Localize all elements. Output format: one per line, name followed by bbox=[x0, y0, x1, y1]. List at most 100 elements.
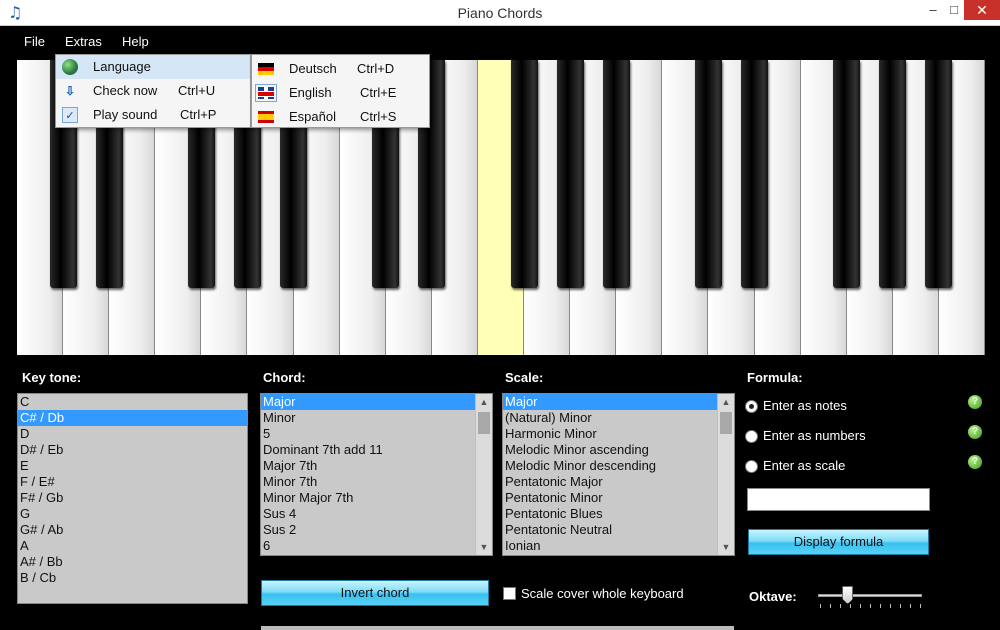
black-key[interactable] bbox=[833, 60, 861, 288]
flag-de-icon bbox=[258, 63, 274, 75]
list-item[interactable]: C# / Db bbox=[18, 410, 247, 426]
help-icon[interactable]: ? bbox=[968, 425, 982, 439]
download-icon: ⇩ bbox=[64, 84, 76, 98]
extras-menu: Language ⇩ Check now Ctrl+U ✓ Play sound… bbox=[55, 54, 297, 128]
list-item[interactable]: Melodic Minor descending bbox=[503, 458, 717, 474]
chord-list[interactable]: Major Minor 5 Dominant 7th add 11 Major 7th M… bbox=[260, 393, 493, 556]
list-item[interactable]: G bbox=[18, 506, 247, 522]
formula-input[interactable] bbox=[747, 488, 930, 511]
list-item[interactable]: (Natural) Minor bbox=[503, 410, 717, 426]
menu-bar: File Extras Help bbox=[0, 26, 1000, 52]
chord-scrollbar[interactable]: ▲ ▼ bbox=[475, 394, 492, 555]
slider-thumb[interactable] bbox=[842, 586, 854, 604]
list-item[interactable]: D bbox=[18, 426, 247, 442]
list-item[interactable]: F / E# bbox=[18, 474, 247, 490]
list-item[interactable]: D# / Eb bbox=[18, 442, 247, 458]
list-item[interactable]: Melodic Minor ascending bbox=[503, 442, 717, 458]
scroll-down-icon[interactable]: ▼ bbox=[476, 539, 492, 555]
menu-item-shortcut: Ctrl+P bbox=[180, 107, 217, 122]
menu-item-english[interactable]: English Ctrl+E bbox=[252, 81, 429, 105]
scroll-thumb[interactable] bbox=[478, 412, 490, 434]
slider-tick bbox=[880, 604, 881, 608]
oktave-label: Oktave: bbox=[749, 589, 797, 604]
flag-gb-icon bbox=[255, 84, 277, 102]
invert-chord-button[interactable]: Invert chord bbox=[261, 580, 489, 606]
menu-item-label: Play sound bbox=[93, 107, 158, 122]
radio-label: Enter as notes bbox=[763, 398, 847, 413]
list-item[interactable]: A# / Bb bbox=[18, 554, 247, 570]
menu-item-check-now[interactable]: ⇩ Check now Ctrl+U bbox=[56, 79, 250, 103]
formula-header: Formula: bbox=[747, 370, 803, 385]
black-key[interactable] bbox=[556, 60, 584, 288]
scale-scrollbar[interactable]: ▲ ▼ bbox=[717, 394, 734, 555]
menu-item-deutsch[interactable]: Deutsch Ctrl+D bbox=[252, 57, 429, 81]
app-window: ♫ Piano Chords – □ ✕ File Extras Help SO… bbox=[0, 0, 1000, 630]
help-icon[interactable]: ? bbox=[968, 395, 982, 409]
list-item[interactable]: Major bbox=[261, 394, 475, 410]
menu-help[interactable]: Help bbox=[122, 34, 149, 49]
list-item[interactable]: Sus 4 bbox=[261, 506, 475, 522]
scroll-up-icon[interactable]: ▲ bbox=[718, 394, 734, 410]
list-item[interactable]: Pentatonic Neutral bbox=[503, 522, 717, 538]
slider-tick bbox=[870, 604, 871, 608]
list-item[interactable]: Dominant 7th add 11 bbox=[261, 442, 475, 458]
list-item[interactable]: Ionian bbox=[503, 538, 717, 554]
black-key[interactable] bbox=[510, 60, 538, 288]
black-key[interactable] bbox=[925, 60, 953, 288]
scale-cover-checkbox[interactable] bbox=[503, 587, 516, 600]
help-icon[interactable]: ? bbox=[968, 455, 982, 469]
black-key[interactable] bbox=[741, 60, 769, 288]
list-item[interactable]: Pentatonic Major bbox=[503, 474, 717, 490]
list-item[interactable]: Sus 2 bbox=[261, 522, 475, 538]
scroll-down-icon[interactable]: ▼ bbox=[718, 539, 734, 555]
black-key[interactable] bbox=[694, 60, 722, 288]
scale-header: Scale: bbox=[505, 370, 544, 385]
radio-label: Enter as numbers bbox=[763, 428, 866, 443]
title-bar: ♫ Piano Chords – □ ✕ bbox=[0, 0, 1000, 26]
list-item[interactable]: Pentatonic Minor bbox=[503, 490, 717, 506]
minimize-button[interactable]: – bbox=[920, 0, 946, 20]
menu-item-language[interactable]: Language bbox=[56, 55, 297, 79]
slider-tick bbox=[860, 604, 861, 608]
list-item[interactable]: Minor 7th bbox=[261, 474, 475, 490]
key-tone-list[interactable]: C C# / Db D D# / Eb E F / E# F# / Gb G G# / Ab A A… bbox=[17, 393, 248, 604]
menu-item-shortcut: Ctrl+U bbox=[178, 83, 216, 98]
key-tone-header: Key tone: bbox=[22, 370, 82, 385]
list-item[interactable]: A bbox=[18, 538, 247, 554]
black-key[interactable] bbox=[602, 60, 630, 288]
list-item[interactable]: G# / Ab bbox=[18, 522, 247, 538]
list-item[interactable]: Minor bbox=[261, 410, 475, 426]
menu-item-espanol[interactable]: Español Ctrl+S bbox=[252, 105, 429, 129]
radio-button[interactable] bbox=[745, 430, 758, 443]
chord-header: Chord: bbox=[263, 370, 306, 385]
menu-item-label: Language bbox=[93, 59, 151, 74]
oktave-slider[interactable] bbox=[816, 584, 924, 610]
list-item[interactable]: Major 7th bbox=[261, 458, 475, 474]
list-item[interactable]: F# / Gb bbox=[18, 490, 247, 506]
list-item[interactable]: 6 bbox=[261, 538, 475, 554]
menu-item-label: Español bbox=[289, 109, 336, 124]
close-button[interactable]: ✕ bbox=[964, 0, 1000, 20]
list-item[interactable]: Pentatonic Blues bbox=[503, 506, 717, 522]
scroll-up-icon[interactable]: ▲ bbox=[476, 394, 492, 410]
list-item[interactable]: Harmonic Minor bbox=[503, 426, 717, 442]
menu-file[interactable]: File bbox=[24, 34, 45, 49]
scale-list[interactable]: Major (Natural) Minor Harmonic Minor Melodi… bbox=[502, 393, 735, 556]
radio-button[interactable] bbox=[745, 460, 758, 473]
menu-extras[interactable]: Extras bbox=[65, 34, 102, 49]
list-item[interactable]: Major bbox=[503, 394, 717, 410]
black-key[interactable] bbox=[879, 60, 907, 288]
list-item[interactable]: E bbox=[18, 458, 247, 474]
list-item[interactable]: Minor Major 7th bbox=[261, 490, 475, 506]
scroll-thumb[interactable] bbox=[720, 412, 732, 434]
menu-item-play-sound[interactable]: ✓ Play sound Ctrl+P bbox=[56, 103, 250, 127]
language-submenu: Deutsch Ctrl+D English Ctrl+E Español Ct… bbox=[251, 54, 430, 128]
list-item[interactable]: C bbox=[18, 394, 247, 410]
maximize-button[interactable]: □ bbox=[946, 0, 962, 20]
slider-tick bbox=[890, 604, 891, 608]
status-strip bbox=[261, 626, 734, 630]
list-item[interactable]: 5 bbox=[261, 426, 475, 442]
list-item[interactable]: B / Cb bbox=[18, 570, 247, 586]
display-formula-button[interactable]: Display formula bbox=[748, 529, 929, 555]
radio-button[interactable] bbox=[745, 400, 758, 413]
